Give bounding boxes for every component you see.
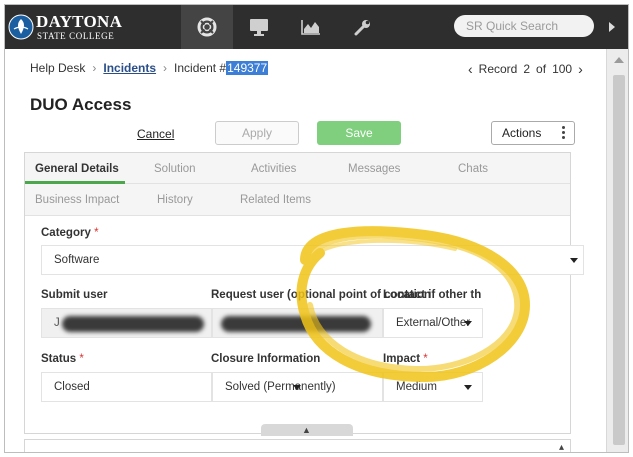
nav-reports[interactable] [285, 5, 337, 49]
location-select[interactable]: External/Other [383, 308, 483, 338]
page-title: DUO Access [30, 95, 132, 114]
page-scrollbar[interactable] [606, 49, 628, 452]
location-label: Location [383, 289, 431, 301]
app-window: DAYTONA STATE COLLEGE SR Quick Search He… [4, 4, 629, 453]
scrollbar-thumb[interactable] [613, 75, 625, 445]
chevron-up-icon: ▲ [302, 425, 311, 435]
college-logo[interactable]: DAYTONA STATE COLLEGE [8, 12, 123, 44]
required-marker: * [94, 227, 99, 239]
record-label: Record [478, 62, 518, 76]
nav-assets[interactable] [233, 5, 285, 49]
request-user-field[interactable] [212, 308, 383, 338]
breadcrumb-help-desk[interactable]: Help Desk [30, 61, 85, 75]
collapse-section-button[interactable]: ▲ [261, 424, 353, 436]
logo-text: DAYTONA [36, 12, 123, 31]
apply-button[interactable]: Apply [215, 121, 299, 145]
redaction [221, 316, 371, 332]
record-navigator: ‹ Record 2 of 100 › [465, 61, 586, 77]
breadcrumb-current-prefix: Incident # [174, 61, 227, 75]
nav-expand-icon[interactable] [609, 22, 615, 32]
area-chart-icon [301, 20, 320, 35]
status-select[interactable]: Closed [41, 372, 212, 402]
previous-record-icon[interactable]: ‹ [468, 61, 473, 77]
breadcrumb-current: Incident #149377 [174, 61, 269, 75]
status-label: Status * [41, 353, 84, 365]
incident-number: 149377 [226, 61, 269, 75]
status-label-text: Status [41, 353, 77, 365]
category-label-text: Category [41, 227, 91, 239]
tab-business-impact[interactable]: Business Impact [35, 194, 119, 206]
closure-select[interactable]: Solved (Permanently) [212, 372, 383, 402]
logo-subtext: STATE COLLEGE [37, 31, 115, 41]
quick-search-input[interactable]: SR Quick Search [454, 15, 594, 37]
cancel-link[interactable]: Cancel [137, 127, 174, 141]
tab-activities[interactable]: Activities [251, 163, 296, 175]
breadcrumb-incidents[interactable]: Incidents [103, 61, 156, 75]
lifebuoy-icon [197, 17, 217, 37]
tab-related-items[interactable]: Related Items [240, 194, 311, 206]
redaction [62, 316, 204, 332]
kebab-menu-icon [562, 126, 566, 140]
nav-help-desk[interactable] [181, 5, 233, 49]
submit-user-label: Submit user [41, 289, 108, 301]
next-record-icon[interactable]: › [578, 61, 583, 77]
tab-general-details[interactable]: General Details [35, 163, 119, 175]
chevron-down-icon [570, 258, 578, 263]
tab-bar-secondary: Business Impact History Related Items [25, 184, 570, 216]
impact-label-text: Impact [383, 353, 421, 365]
nav-admin[interactable] [337, 5, 389, 49]
secondary-panel: ▴ [24, 439, 571, 452]
breadcrumb: Help Desk › Incidents › Incident #149377 [30, 61, 269, 75]
chevron-right-icon: › [163, 61, 168, 75]
incident-form-panel: General Details Solution Activities Mess… [24, 152, 584, 436]
chevron-down-icon [464, 321, 472, 326]
required-marker: * [79, 353, 84, 365]
category-label: Category * [41, 227, 99, 239]
actions-label: Actions [502, 126, 542, 140]
scroll-up-icon[interactable] [614, 57, 624, 63]
category-value: Software [54, 254, 100, 266]
closure-label: Closure Information [211, 353, 321, 365]
chevron-down-icon [464, 385, 472, 390]
closure-value: Solved (Permanently) [225, 381, 336, 393]
impact-select[interactable]: Medium [383, 372, 483, 402]
chevron-down-icon [293, 385, 301, 390]
impact-label: Impact * [383, 353, 428, 365]
wrench-icon [354, 20, 370, 36]
chevron-up-icon[interactable]: ▴ [559, 442, 564, 452]
record-of: of [536, 62, 547, 76]
actions-button[interactable]: Actions [491, 121, 575, 145]
tab-solution[interactable]: Solution [154, 163, 196, 175]
category-select[interactable]: Software [41, 245, 584, 275]
request-user-label: Request user (optional point of contact … [211, 289, 481, 301]
tab-chats[interactable]: Chats [458, 163, 488, 175]
tab-history[interactable]: History [157, 194, 193, 206]
record-total: 100 [552, 62, 573, 76]
required-marker: * [423, 353, 428, 365]
seal-icon [8, 14, 34, 40]
location-value: External/Other [396, 317, 471, 329]
top-navbar: DAYTONA STATE COLLEGE SR Quick Search [5, 5, 628, 49]
impact-value: Medium [396, 381, 437, 393]
save-button[interactable]: Save [317, 121, 401, 145]
tab-bar-primary: General Details Solution Activities Mess… [25, 153, 570, 184]
monitor-icon [250, 19, 268, 36]
submit-user-field[interactable]: J [41, 308, 212, 338]
record-current: 2 [523, 62, 531, 76]
tab-messages[interactable]: Messages [348, 163, 400, 175]
main-content: Help Desk › Incidents › Incident #149377… [5, 49, 606, 452]
status-value: Closed [54, 381, 90, 393]
chevron-right-icon: › [92, 61, 97, 75]
